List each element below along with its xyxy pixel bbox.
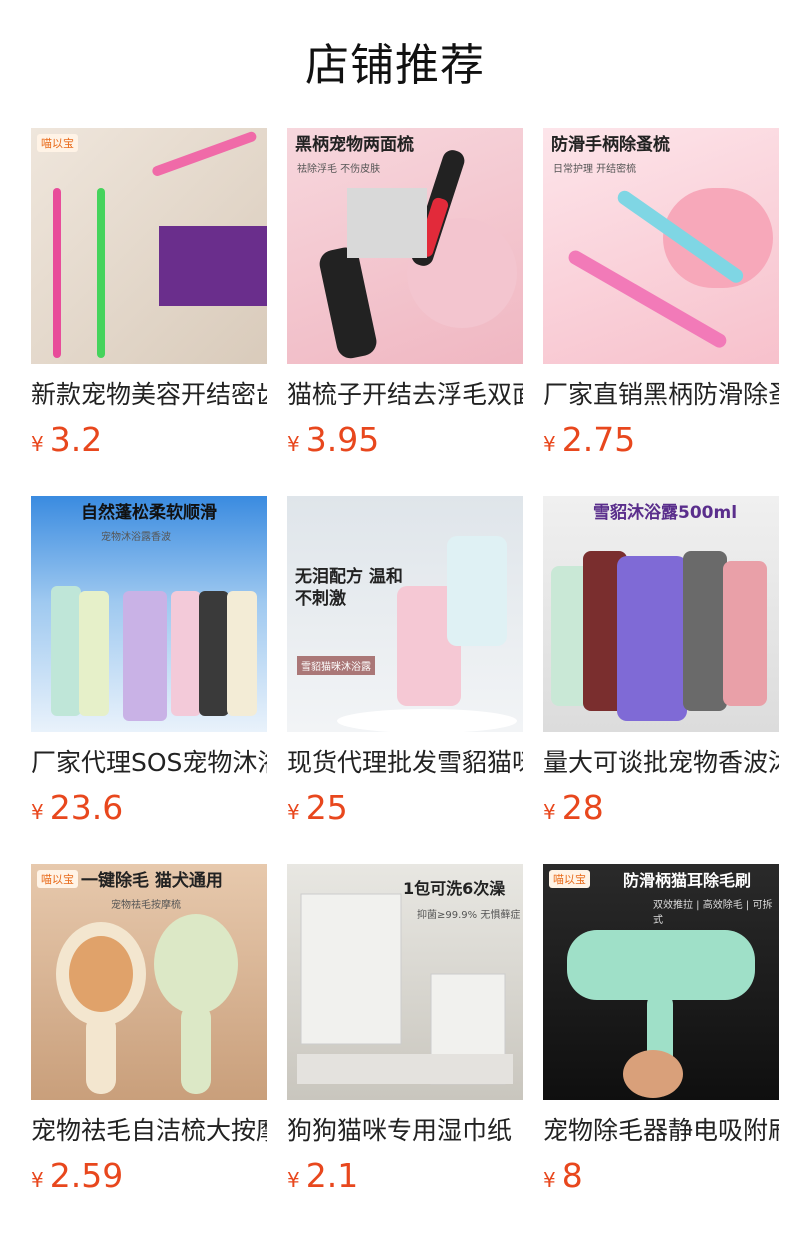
currency-symbol: ¥ [543,432,556,456]
product-price: ¥2.75 [543,416,779,464]
currency-symbol: ¥ [543,800,556,824]
comb-illustration [53,131,267,358]
image-caption: 防滑柄猫耳除毛刷 [623,871,752,890]
product-card[interactable]: 黑柄宠物两面梳 祛除浮毛 不伤皮肤 猫梳子开结去浮毛双面梳 ¥3.95 [287,128,523,496]
image-subcaption: 宠物祛毛按摩梳 [111,900,181,911]
image-subcaption: 宠物沐浴露香波 [101,532,171,543]
product-grid: 喵以宝 新款宠物美容开结密齿梳 ¥3.2 黑柄宠物两面梳 祛除浮毛 不伤皮肤 [31,128,779,1232]
image-caption: 1包可洗6次澡 [403,879,506,898]
price-value: 28 [561,788,604,827]
price-value: 23.6 [49,788,124,827]
product-card[interactable]: 无泪配方 温和不刺激 雪貂猫咪沐浴露 现货代理批发雪貂猫咪沐浴露 ¥25 [287,496,523,864]
image-subcaption: 日常护理 开结密梳 [553,164,637,175]
product-name[interactable]: 厂家直销黑柄防滑除蚤梳 [543,378,779,412]
bottle-pair [337,536,517,732]
brand-badge: 喵以宝 [37,134,78,152]
bottle-lineup [551,551,767,721]
image-caption: 一键除毛 猫犬通用 [81,871,223,891]
image-subcaption: 雪貂猫咪沐浴露 [297,656,375,675]
product-name[interactable]: 新款宠物美容开结密齿梳 [31,378,267,412]
product-price: ¥2.1 [287,1152,523,1200]
product-image[interactable]: 自然蓬松柔软顺滑 宠物沐浴露香波 [31,496,267,732]
product-card[interactable]: 喵以宝 新款宠物美容开结密齿梳 ¥3.2 [31,128,267,496]
product-image[interactable]: 喵以宝 一键除毛 猫犬通用 宠物祛毛按摩梳 [31,864,267,1100]
product-name[interactable]: 宠物祛毛自洁梳大按摩梳 [31,1114,267,1148]
image-caption: 无泪配方 温和不刺激 [295,567,403,609]
product-price: ¥25 [287,784,523,832]
product-name[interactable]: 量大可谈批宠物香波沐浴露 [543,746,779,780]
product-card[interactable]: 防滑手柄除蚤梳 日常护理 开结密梳 厂家直销黑柄防滑除蚤梳 ¥2.75 [543,128,779,496]
currency-symbol: ¥ [543,1168,556,1192]
brand-badge: 喵以宝 [37,870,78,888]
currency-symbol: ¥ [31,800,44,824]
product-card[interactable]: 喵以宝 防滑柄猫耳除毛刷 双效推拉 | 高效除毛 | 可拆式 宠物除毛器静电吸附… [543,864,779,1232]
shop-recommend-page: 店铺推荐 喵以宝 新款宠物美容开结密齿梳 ¥3.2 黑柄宠物两面梳 祛 [0,0,790,1234]
product-price: ¥2.59 [31,1152,267,1200]
price-value: 2.75 [561,420,636,459]
product-price: ¥28 [543,784,779,832]
product-price: ¥3.95 [287,416,523,464]
price-value: 2.59 [49,1156,124,1195]
currency-symbol: ¥ [287,432,300,456]
product-image[interactable]: 喵以宝 防滑柄猫耳除毛刷 双效推拉 | 高效除毛 | 可拆式 [543,864,779,1100]
page-title: 店铺推荐 [305,40,485,91]
image-caption: 自然蓬松柔软顺滑 [81,503,217,523]
currency-symbol: ¥ [31,1168,44,1192]
product-card[interactable]: 自然蓬松柔软顺滑 宠物沐浴露香波 厂家代理SOS宠物沐浴露 ¥23.6 [31,496,267,864]
product-name[interactable]: 现货代理批发雪貂猫咪沐浴露 [287,746,523,780]
product-name[interactable]: 狗狗猫咪专用湿巾纸 [287,1114,523,1148]
product-image[interactable]: 防滑手柄除蚤梳 日常护理 开结密梳 [543,128,779,364]
product-price: ¥23.6 [31,784,267,832]
image-caption: 防滑手柄除蚤梳 [551,135,670,155]
product-image[interactable]: 黑柄宠物两面梳 祛除浮毛 不伤皮肤 [287,128,523,364]
product-name[interactable]: 宠物除毛器静电吸附刷 [543,1114,779,1148]
product-name[interactable]: 猫梳子开结去浮毛双面梳 [287,378,523,412]
currency-symbol: ¥ [287,1168,300,1192]
price-value: 2.1 [305,1156,359,1195]
product-image[interactable]: 1包可洗6次澡 抑菌≥99.9% 无惧藓症 [287,864,523,1100]
price-value: 8 [561,1156,583,1195]
image-caption: 黑柄宠物两面梳 [295,135,414,155]
product-card[interactable]: 1包可洗6次澡 抑菌≥99.9% 无惧藓症 狗狗猫咪专用湿巾纸 ¥2.1 [287,864,523,1232]
product-image[interactable]: 喵以宝 [31,128,267,364]
product-image[interactable]: 雪貂沐浴露500ml [543,496,779,732]
currency-symbol: ¥ [31,432,44,456]
product-price: ¥3.2 [31,416,267,464]
price-value: 3.95 [305,420,380,459]
image-subcaption: 祛除浮毛 不伤皮肤 [297,164,381,175]
price-value: 25 [305,788,348,827]
currency-symbol: ¥ [287,800,300,824]
product-card[interactable]: 雪貂沐浴露500ml 量大可谈批宠物香波沐浴露 ¥28 [543,496,779,864]
image-subcaption: 双效推拉 | 高效除毛 | 可拆式 [653,900,773,926]
image-subcaption: 抑菌≥99.9% 无惧藓症 [417,910,521,921]
product-image[interactable]: 无泪配方 温和不刺激 雪貂猫咪沐浴露 [287,496,523,732]
product-name[interactable]: 厂家代理SOS宠物沐浴露 [31,746,267,780]
brand-badge: 喵以宝 [549,870,590,888]
price-value: 3.2 [49,420,103,459]
product-price: ¥8 [543,1152,779,1200]
product-card[interactable]: 喵以宝 一键除毛 猫犬通用 宠物祛毛按摩梳 宠物祛毛自洁梳大按摩梳 ¥2.59 [31,864,267,1232]
image-caption: 雪貂沐浴露500ml [593,503,738,523]
